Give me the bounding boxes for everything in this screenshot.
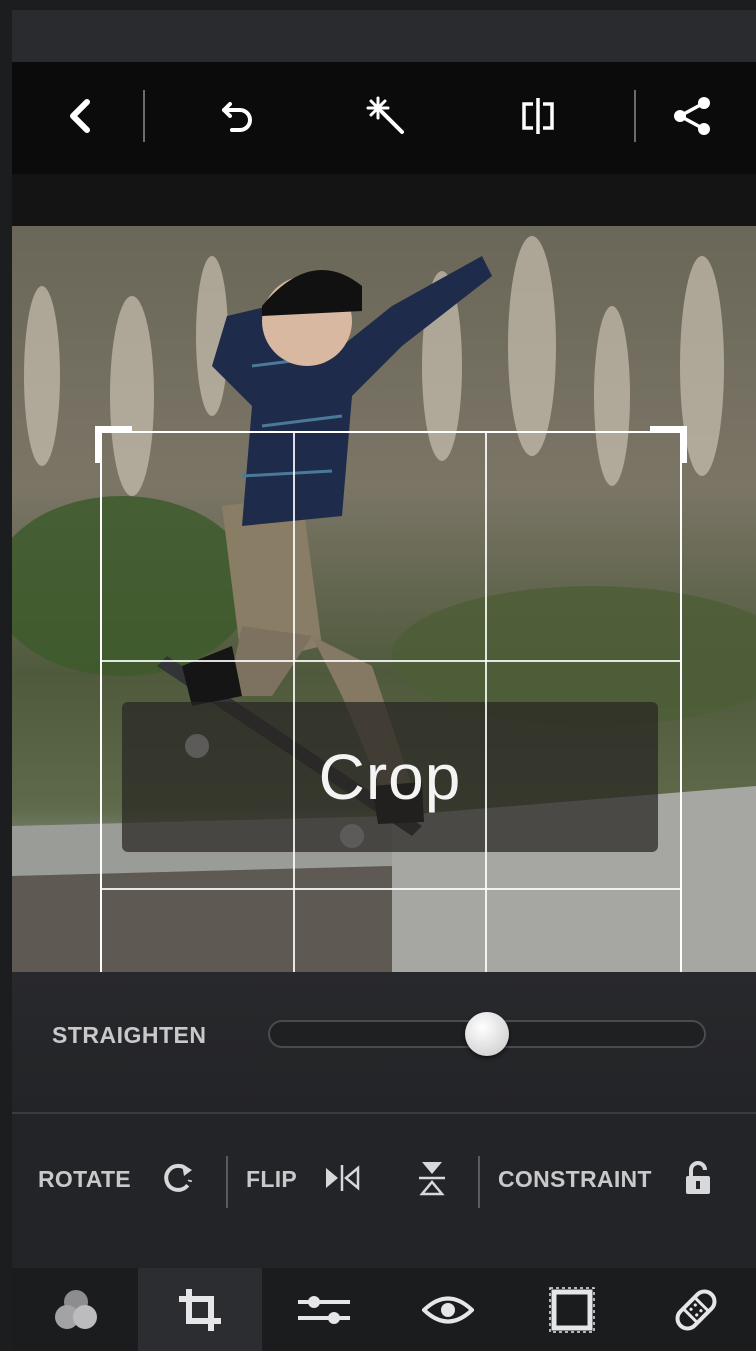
rotate-button[interactable]: ROTATE — [38, 1166, 131, 1193]
toolbar-separator — [143, 90, 145, 142]
crop-handle-top-right[interactable] — [650, 426, 687, 463]
flip-label: FLIP — [246, 1166, 298, 1192]
crop-grid-line — [293, 433, 295, 972]
canvas-margin — [12, 174, 756, 226]
looks-icon[interactable] — [14, 1268, 138, 1351]
photo-canvas[interactable]: Crop — [12, 226, 756, 972]
constraint-button[interactable]: CONSTRAINT — [498, 1166, 652, 1193]
crop-options-row: ROTATE FLIP CONSTRAINT — [12, 1114, 756, 1268]
straighten-panel: STRAIGHTEN — [12, 972, 756, 1112]
red-eye-icon[interactable] — [386, 1268, 510, 1351]
options-separator — [478, 1156, 480, 1208]
editor-screen: Crop STRAIGHTEN ROTATE FLIP CONSTRAINT — [12, 10, 756, 1351]
back-chevron-icon[interactable] — [50, 86, 110, 146]
straighten-label: STRAIGHTEN — [52, 1022, 207, 1048]
toolbar-separator — [634, 90, 636, 142]
undo-icon[interactable] — [208, 86, 268, 146]
magic-wand-icon[interactable] — [356, 86, 416, 146]
borders-icon[interactable] — [510, 1268, 634, 1351]
options-separator — [226, 1156, 228, 1208]
status-bar — [12, 10, 756, 62]
crop-grid-line — [102, 888, 680, 890]
straighten-slider-thumb[interactable] — [465, 1012, 509, 1056]
flip-horizontal-icon[interactable] — [320, 1156, 364, 1200]
crop-grid-line — [102, 660, 680, 662]
bottom-tool-nav — [12, 1268, 756, 1351]
crop-box[interactable] — [95, 426, 687, 972]
compare-icon[interactable] — [508, 86, 568, 146]
flip-vertical-icon[interactable] — [410, 1156, 454, 1200]
share-icon[interactable] — [662, 86, 722, 146]
crop-grid-line — [485, 433, 487, 972]
crop-icon[interactable] — [138, 1268, 262, 1351]
healing-bandage-icon[interactable] — [634, 1268, 756, 1351]
crop-handle-top-left[interactable] — [95, 426, 132, 463]
rotate-icon[interactable] — [156, 1156, 200, 1200]
unlocked-padlock-icon[interactable] — [676, 1156, 720, 1200]
top-toolbar — [12, 62, 756, 174]
adjustments-icon[interactable] — [262, 1268, 386, 1351]
